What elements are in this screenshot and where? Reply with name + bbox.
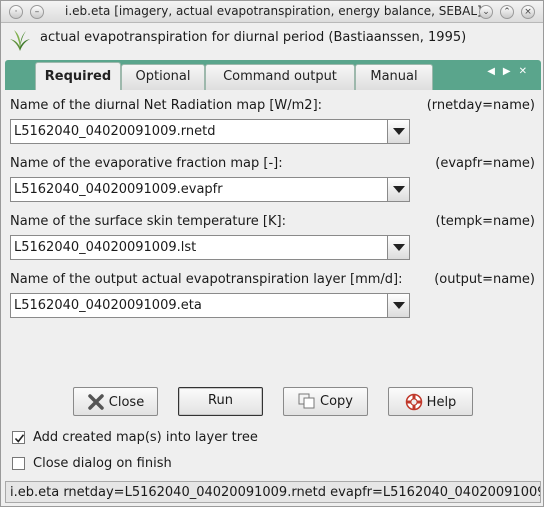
module-description: actual evapotranspiration for diurnal pe… [40, 30, 467, 45]
rnetday-key: (rnetday=name) [426, 98, 535, 113]
output-combo[interactable] [10, 293, 410, 318]
tab-scroll-left-icon[interactable]: ◀ [487, 66, 503, 77]
chevron-down-icon [393, 186, 405, 193]
rnetday-dropdown-button[interactable] [387, 120, 409, 143]
close-button-label: Close [108, 394, 145, 410]
run-button[interactable]: Run [178, 387, 263, 416]
chevron-down-icon [393, 128, 405, 135]
output-key: (output=name) [434, 272, 535, 287]
run-button-label: Run [208, 393, 233, 408]
rnetday-label: Name of the diurnal Net Radiation map [W… [10, 98, 323, 113]
evapfr-dropdown-button[interactable] [387, 178, 409, 201]
close-on-finish-label: Close dialog on finish [33, 456, 172, 471]
grass-logo-icon [9, 28, 31, 52]
tempk-label: Name of the surface skin temperature [K]… [10, 214, 286, 229]
tempk-key: (tempk=name) [435, 214, 535, 229]
add-to-layer-tree-checkbox[interactable] [12, 431, 25, 444]
tab-command-output[interactable]: Command output [205, 64, 355, 90]
tempk-combo[interactable] [10, 235, 410, 260]
tempk-input[interactable] [11, 236, 387, 259]
close-on-finish-row[interactable]: Close dialog on finish [12, 456, 172, 471]
output-input[interactable] [11, 294, 387, 317]
chevron-down-icon [393, 302, 405, 309]
tab-bar: Required Optional Command output Manual … [5, 60, 541, 90]
evapfr-combo[interactable] [10, 177, 410, 202]
required-panel: Name of the diurnal Net Radiation map [W… [5, 90, 541, 420]
output-dropdown-button[interactable] [387, 294, 409, 317]
tab-optional[interactable]: Optional [121, 64, 205, 90]
window-title: i.eb.eta [imagery, actual evapotranspira… [65, 4, 482, 18]
add-to-layer-tree-row[interactable]: Add created map(s) into layer tree [12, 430, 258, 445]
tab-scroll-right-icon[interactable]: ▶ [503, 66, 519, 77]
close-button[interactable]: Close [73, 387, 158, 416]
rnetday-input[interactable] [11, 120, 387, 143]
help-button-label: Help [426, 394, 457, 410]
add-to-layer-tree-label: Add created map(s) into layer tree [33, 430, 258, 445]
close-window-icon[interactable]: × [521, 5, 535, 19]
checkmark-icon [14, 434, 25, 443]
evapfr-key: (evapfr=name) [435, 156, 535, 171]
tab-required[interactable]: Required [35, 62, 121, 90]
title-bar: · – i.eb.eta [imagery, actual evapotrans… [1, 1, 543, 23]
tempk-dropdown-button[interactable] [387, 236, 409, 259]
output-label: Name of the output actual evapotranspira… [10, 272, 403, 287]
lifebuoy-icon [405, 393, 422, 411]
copy-icon [298, 393, 315, 409]
evapfr-label: Name of the evaporative fraction map [-]… [10, 156, 283, 171]
minimize-left-icon[interactable]: – [30, 5, 44, 19]
close-on-finish-checkbox[interactable] [12, 457, 25, 470]
tab-close-icon[interactable]: ✕ [519, 66, 535, 77]
close-x-icon [88, 394, 104, 410]
copy-button[interactable]: Copy [283, 387, 368, 416]
window-menu-icon[interactable]: · [9, 5, 23, 19]
evapfr-input[interactable] [11, 178, 387, 201]
chevron-down-icon[interactable]: ⌄ [479, 5, 493, 19]
dialog-window: · – i.eb.eta [imagery, actual evapotrans… [0, 0, 544, 507]
command-status-bar: i.eb.eta rnetday=L5162040_04020091009.rn… [5, 481, 541, 503]
tab-scroll-arrows[interactable]: ◀▶✕ [487, 66, 535, 77]
copy-button-label: Copy [320, 393, 353, 409]
tab-manual[interactable]: Manual [355, 64, 433, 90]
maximize-icon[interactable]: ⌃ [500, 5, 514, 19]
chevron-down-icon [393, 244, 405, 251]
rnetday-combo[interactable] [10, 119, 410, 144]
help-button[interactable]: Help [388, 387, 473, 416]
